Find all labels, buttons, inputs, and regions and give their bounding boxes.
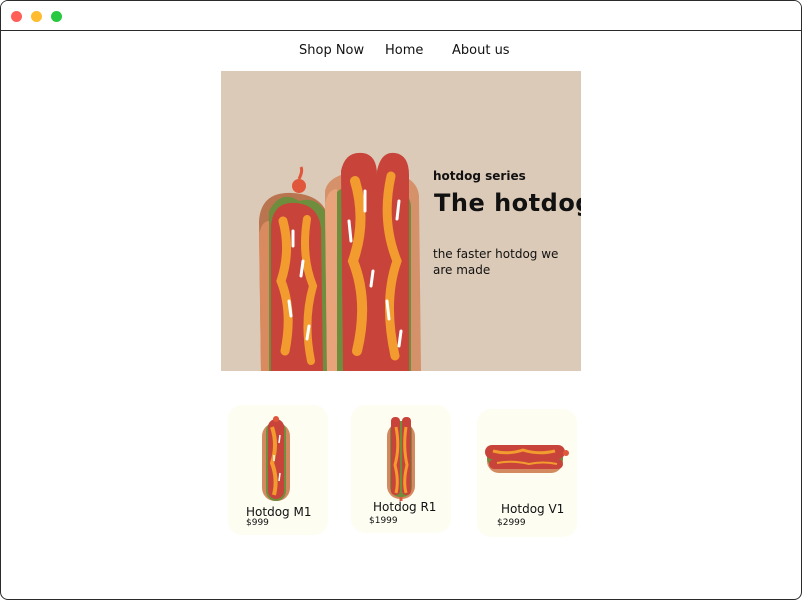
- product-price: $2999: [497, 518, 526, 528]
- hotdog-vertical-icon: [262, 416, 290, 501]
- maximize-window-button[interactable]: [51, 11, 62, 22]
- hero-banner: hotdog series The hotdog the faster hotd…: [221, 71, 581, 371]
- hero-eyebrow: hotdog series: [433, 169, 526, 183]
- top-navigation: Shop Now Home About us: [1, 43, 801, 63]
- hotdog-horizontal-icon: [485, 445, 569, 473]
- close-window-button[interactable]: [11, 11, 22, 22]
- browser-window: Shop Now Home About us hotdog series The…: [0, 0, 802, 600]
- product-name: Hotdog M1: [246, 505, 312, 519]
- hero-description: the faster hotdog we are made: [433, 247, 559, 277]
- product-price: $1999: [369, 516, 398, 526]
- product-card-hotdog-m1[interactable]: Hotdog M1 $999: [228, 405, 328, 535]
- nav-link-home[interactable]: Home: [385, 43, 423, 58]
- hotdog-vertical-icon: [387, 417, 415, 501]
- window-titlebar: [1, 1, 801, 31]
- product-name: Hotdog R1: [373, 500, 437, 514]
- product-card-hotdog-r1[interactable]: Hotdog R1 $1999: [351, 405, 451, 533]
- nav-link-about-us[interactable]: About us: [452, 43, 510, 58]
- hero-title: The hotdog: [434, 189, 581, 217]
- product-price: $999: [246, 518, 269, 528]
- minimize-window-button[interactable]: [31, 11, 42, 22]
- product-card-hotdog-v1[interactable]: Hotdog V1 $2999: [477, 409, 577, 537]
- hotdog-pair-illustration: [259, 152, 421, 371]
- nav-link-shop-now[interactable]: Shop Now: [299, 43, 364, 58]
- product-name: Hotdog V1: [501, 502, 565, 516]
